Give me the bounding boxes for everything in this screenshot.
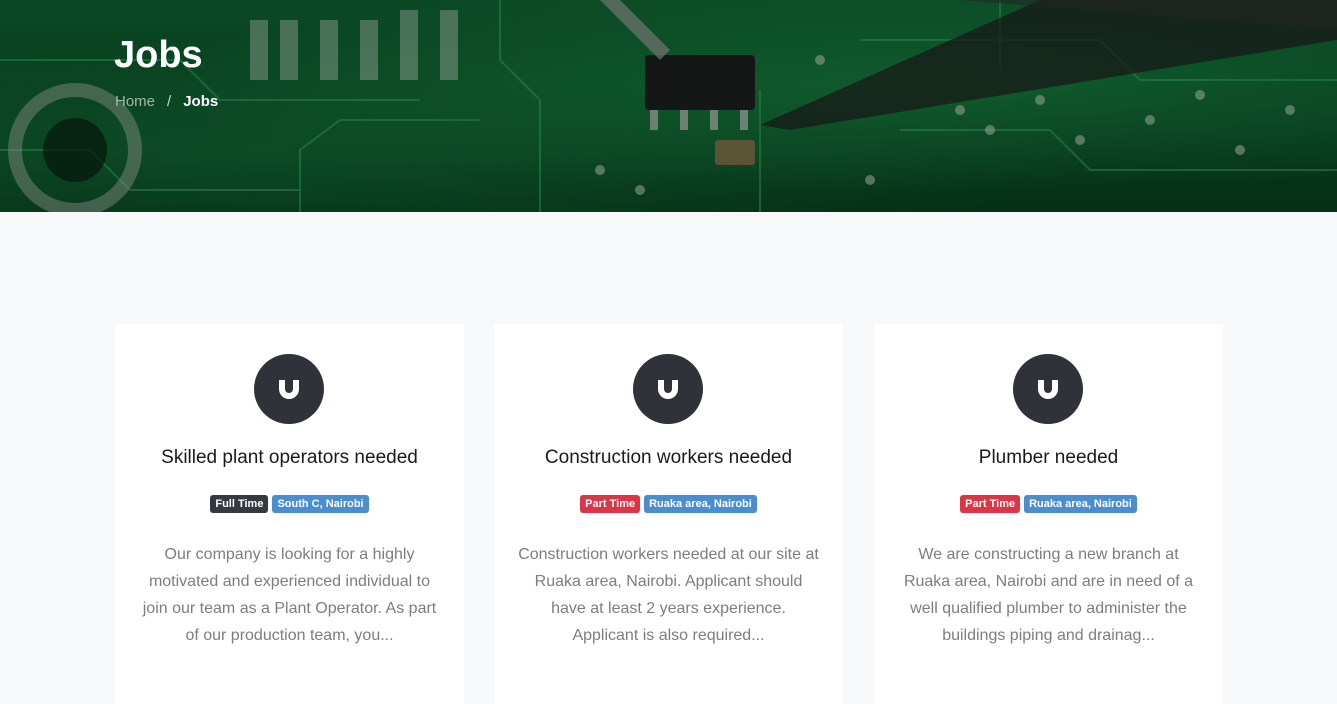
job-badges: Part Time Ruaka area, Nairobi [874,495,1223,513]
job-description: Our company is looking for a highly moti… [142,546,437,644]
job-type-badge: Full Time [210,495,269,513]
breadcrumb-current: Jobs [183,93,219,110]
job-badges: Part Time Ruaka area, Nairobi [494,495,843,513]
job-type-badge: Part Time [960,495,1021,513]
breadcrumb: Home / Jobs [115,93,218,110]
job-location-badge: South C, Nairobi [272,495,369,513]
page-title: Jobs [114,34,203,76]
job-badges: Full Time South C, Nairobi [115,495,464,513]
job-card[interactable]: Plumber needed Part Time Ruaka area, Nai… [874,324,1223,704]
job-title[interactable]: Plumber needed [874,447,1223,469]
job-location-badge: Ruaka area, Nairobi [1024,495,1137,513]
job-description: Construction workers needed at our site … [518,546,819,644]
breadcrumb-home-link[interactable]: Home [115,93,155,110]
company-logo-icon [254,354,324,424]
job-card[interactable]: Skilled plant operators needed Full Time… [115,324,464,704]
job-card[interactable]: Construction workers needed Part Time Ru… [494,324,843,704]
job-title[interactable]: Construction workers needed [494,447,843,469]
job-description: We are constructing a new branch at Ruak… [903,546,1194,644]
job-location-badge: Ruaka area, Nairobi [644,495,757,513]
job-title[interactable]: Skilled plant operators needed [115,447,464,469]
breadcrumb-separator: / [167,93,172,110]
job-type-badge: Part Time [580,495,641,513]
page-header-banner: Jobs Home / Jobs [0,0,1337,212]
company-logo-icon [633,354,703,424]
company-logo-icon [1013,354,1083,424]
